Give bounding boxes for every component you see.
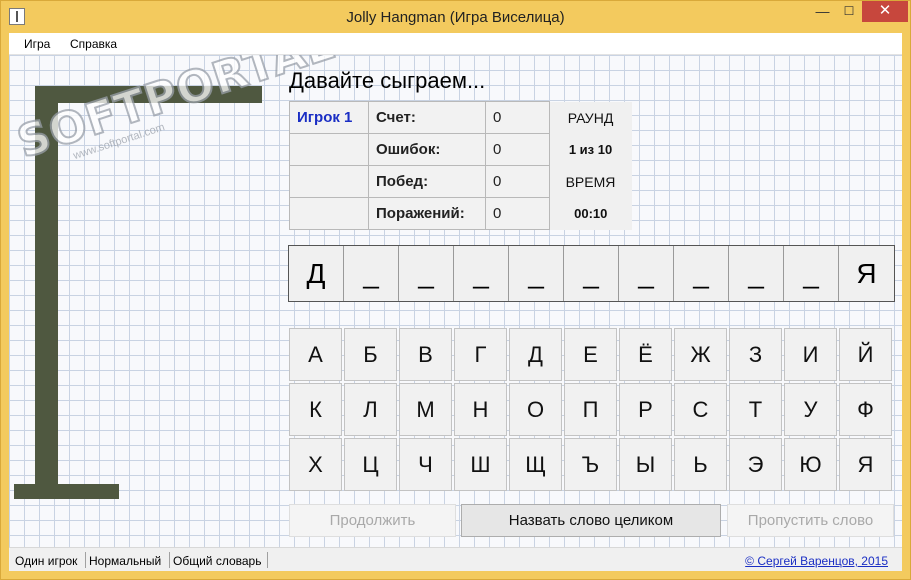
losses-label: Поражений: — [368, 197, 486, 230]
letter-key[interactable]: В — [399, 328, 452, 381]
status-separator — [169, 552, 170, 568]
letter-key[interactable]: Б — [344, 328, 397, 381]
letter-key[interactable]: Н — [454, 383, 507, 436]
gallows-beam — [35, 86, 262, 103]
menu-bar: Игра Справка — [9, 33, 902, 55]
letter-key[interactable]: М — [399, 383, 452, 436]
word-letter-slot: Я — [856, 257, 877, 289]
player-name: Игрок 1 — [289, 101, 369, 134]
letter-key[interactable]: А — [289, 328, 342, 381]
headline: Давайте сыграем... — [289, 68, 486, 93]
word-letter-slot: _ — [729, 246, 784, 301]
letter-key[interactable]: Я — [839, 438, 892, 491]
letter-keyboard: АБВГДЕЁЖЗИЙ КЛМНОПРСТУФ ХЦЧШЩЪЫЬЭЮЯ — [289, 328, 894, 491]
letter-key[interactable]: Ш — [454, 438, 507, 491]
window-title: Jolly Hangman (Игра Виселица) — [346, 9, 565, 26]
letter-key[interactable]: У — [784, 383, 837, 436]
skip-word-button[interactable]: Пропустить слово — [727, 504, 894, 537]
watermark-url: www.softportal.com — [71, 121, 167, 163]
copyright-link[interactable]: © Сергей Варенцов, 2015 — [745, 554, 888, 568]
time-label: ВРЕМЯ — [549, 165, 632, 198]
letter-key[interactable]: К — [289, 383, 342, 436]
status-dictionary: Общий словарь — [173, 554, 262, 568]
letter-key[interactable]: Д — [509, 328, 562, 381]
player-empty-cell — [289, 133, 369, 166]
word-display: Д _ _ _ _ _ _ _ _ _ Я — [288, 245, 895, 302]
wins-label: Побед: — [368, 165, 486, 198]
word-letter-slot: _ — [784, 246, 839, 301]
letter-key[interactable]: Ю — [784, 438, 837, 491]
minimize-button[interactable]: — — [809, 1, 836, 22]
close-button[interactable]: ✕ — [862, 1, 908, 22]
status-bar: Один игрок Нормальный Общий словарь © Се… — [9, 547, 902, 571]
letter-key[interactable]: З — [729, 328, 782, 381]
letter-key[interactable]: Х — [289, 438, 342, 491]
word-letter-slot: _ — [674, 246, 729, 301]
word-letter-slot: _ — [564, 246, 619, 301]
letter-key[interactable]: Э — [729, 438, 782, 491]
score-value: 0 — [485, 101, 550, 134]
continue-button[interactable]: Продолжить — [289, 504, 456, 537]
letter-key[interactable]: Щ — [509, 438, 562, 491]
letter-key[interactable]: И — [784, 328, 837, 381]
status-separator — [267, 552, 268, 568]
letter-key[interactable]: С — [674, 383, 727, 436]
letter-key[interactable]: Ы — [619, 438, 672, 491]
letter-key[interactable]: П — [564, 383, 617, 436]
letter-key[interactable]: Л — [344, 383, 397, 436]
word-letter-slot: _ — [509, 246, 564, 301]
letter-key[interactable]: О — [509, 383, 562, 436]
letter-key[interactable]: Ц — [344, 438, 397, 491]
word-letter-slot: _ — [344, 246, 399, 301]
status-difficulty: Нормальный — [89, 554, 162, 568]
app-window: Jolly Hangman (Игра Виселица) — ☐ ✕ Игра… — [0, 0, 911, 580]
score-label: Счет: — [368, 101, 486, 134]
player-empty-cell — [289, 165, 369, 198]
mistakes-label: Ошибок: — [368, 133, 486, 166]
letter-key[interactable]: Ё — [619, 328, 672, 381]
gallows-post — [35, 86, 58, 484]
letter-key[interactable]: Т — [729, 383, 782, 436]
losses-value: 0 — [485, 197, 550, 230]
menu-help[interactable]: Справка — [70, 37, 117, 51]
wins-value: 0 — [485, 165, 550, 198]
score-table: Игрок 1 Счет: 0 РАУНД Ошибок: 0 1 из 10 … — [289, 101, 632, 230]
player-empty-cell — [289, 197, 369, 230]
letter-key[interactable]: Р — [619, 383, 672, 436]
menu-game[interactable]: Игра — [24, 37, 50, 51]
title-bar[interactable]: Jolly Hangman (Игра Виселица) — ☐ ✕ — [1, 1, 910, 33]
round-value: 1 из 10 — [549, 133, 632, 166]
word-letter-slot: _ — [619, 246, 674, 301]
mistakes-value: 0 — [485, 133, 550, 166]
word-letter-slot: Д — [289, 246, 344, 301]
game-area: SOFTPORTAL www.softportal.com Давайте сы… — [9, 55, 902, 547]
status-separator — [85, 552, 86, 568]
letter-key[interactable]: Ч — [399, 438, 452, 491]
letter-key[interactable]: Ф — [839, 383, 892, 436]
letter-key[interactable]: Ь — [674, 438, 727, 491]
letter-key[interactable]: Ж — [674, 328, 727, 381]
word-letter-slot: _ — [454, 246, 509, 301]
gallows-base — [14, 484, 119, 499]
word-letter-slot: _ — [399, 246, 454, 301]
maximize-button[interactable]: ☐ — [836, 1, 862, 22]
status-mode: Один игрок — [15, 554, 78, 568]
round-label: РАУНД — [549, 101, 632, 134]
letter-key[interactable]: Ъ — [564, 438, 617, 491]
name-word-button[interactable]: Назвать слово целиком — [461, 504, 721, 537]
letter-key[interactable]: Е — [564, 328, 617, 381]
letter-key[interactable]: Г — [454, 328, 507, 381]
letter-key[interactable]: Й — [839, 328, 892, 381]
time-value: 00:10 — [549, 197, 632, 230]
